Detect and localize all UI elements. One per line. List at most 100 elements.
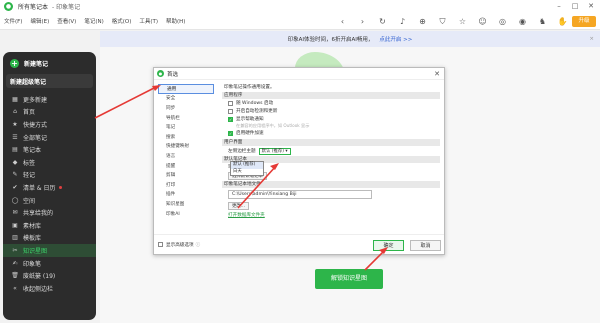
category-search[interactable]: 搜索 [158,132,214,142]
hand-icon[interactable]: ✋ [557,17,568,26]
category-sync[interactable]: 同步 [158,103,214,113]
menu-file[interactable]: 文件(F) [4,17,22,25]
maximize-button[interactable]: □ [568,0,582,13]
check-icon: ✔ [12,183,18,191]
palette-icon[interactable]: ◉ [517,17,528,26]
star-icon[interactable]: ☆ [457,17,468,26]
forward-icon[interactable]: › [357,17,368,26]
ai-icon[interactable]: ◎ [497,17,508,26]
banner-close-icon[interactable]: × [589,36,594,42]
theme-select[interactable]: 默认 (推荐) ▾ [258,147,291,155]
category-plugins[interactable]: 插件 [158,190,214,200]
chevron-down-icon: ▾ [285,148,288,154]
sidebar-item-all-notes[interactable]: ☰ 全部笔记 [3,131,96,144]
collapse-icon: « [13,284,17,292]
new-super-note-button[interactable]: 新建超级笔记 [6,74,93,88]
menu-edit[interactable]: 编辑(E) [30,17,49,25]
change-path-button[interactable]: 更改... [228,201,249,210]
ok-button[interactable]: 确定 [373,240,404,251]
show-advanced-option[interactable]: 显示高级选项 ⓘ [158,242,200,248]
category-reminders[interactable]: 提醒 [158,161,214,171]
theme-option-day[interactable]: 白天 [231,169,263,176]
menu-note[interactable]: 笔记(N) [84,17,103,25]
sidebar-item-label: 知识星图 [23,247,48,255]
section-ui: 用户界面 [222,139,440,146]
sidebar-item-shared[interactable]: ✉ 共享给我的 [3,206,96,219]
close-window-button[interactable]: ✕ [584,0,598,13]
pen-icon: ✍ [12,259,18,267]
minimize-button[interactable]: – [552,0,566,13]
sidebar-item-collapse[interactable]: « 收起侧边栏 [3,282,96,295]
category-general[interactable]: 通用 [158,84,214,94]
option-auto-update[interactable]: 开启自动检测和更新 [222,107,440,115]
category-notes[interactable]: 笔记 [158,122,214,132]
shield-icon[interactable]: ⛉ [437,17,448,27]
checkbox[interactable] [228,108,233,114]
sidebar-item-tasks-calendar[interactable]: ✔ 清单 & 日历 [3,181,96,194]
title-bar: ● 所有笔记本 - 印象笔记 [0,0,600,13]
graph-icon: ✂ [12,246,18,254]
sidebar-item-label: 收起侧边栏 [23,285,54,293]
option-hardware-accel[interactable]: ✓ 启用硬件加速 [222,129,440,137]
banner-link[interactable]: 点此开启 >> [379,35,412,43]
unlock-knowledge-graph-button[interactable]: 解锁知识星图 [315,269,383,289]
sidebar-item-label: 笔记本 [23,147,42,155]
sidebar-item-more-new[interactable]: ▦ 更多新建 [3,93,96,106]
category-list: 通用 安全 同步 导航栏 笔记 搜索 快捷键映射 语言 提醒 剪辑 打印 插件 … [158,84,214,234]
checkbox-checked[interactable]: ✓ [228,130,233,136]
elephant-icon[interactable]: ♞ [537,17,548,26]
checkbox[interactable] [228,100,233,106]
menu-format[interactable]: 格式(O) [112,17,132,25]
sidebar-item-spaces[interactable]: ◯ 空间 [3,194,96,207]
sidebar-item-label: 素材库 [23,222,42,230]
download-icon[interactable]: ⊕ [417,17,428,26]
option-help-notifications[interactable]: ✓ 显示帮助通知 [222,115,440,123]
menu-help[interactable]: 帮助(H) [166,17,185,25]
trash-icon: 🗑 [11,272,19,280]
sidebar-item-shortcuts[interactable]: ★ 快捷方式 [3,118,96,131]
sidebar-item-knowledge-graph[interactable]: ✂ 知识星图 [3,244,96,257]
checkbox[interactable] [158,242,163,247]
cancel-button[interactable]: 取消 [410,240,441,251]
emoji-icon[interactable]: ☺ [477,17,488,26]
path-field[interactable]: C:\Users\admin\Yinxiang Biji [228,189,372,199]
category-clipper[interactable]: 剪辑 [158,170,214,180]
sidebar-item-label: 废纸篓 (19) [23,273,56,281]
sidebar-item-trash[interactable]: 🗑 废纸篓 (19) [3,269,96,282]
browse-row: 更改... [222,200,440,211]
open-folder-link[interactable]: 打开数据库文件夹 [222,211,440,219]
sidebar-item-label: 轻记 [23,172,36,180]
upgrade-button[interactable]: 升级 [572,16,596,27]
back-icon[interactable]: ‹ [337,17,348,26]
category-navbar[interactable]: 导航栏 [158,113,214,123]
sidebar-item-templates[interactable]: ▥ 模板库 [3,232,96,245]
sidebar-item-tags[interactable]: ◆ 标签 [3,156,96,169]
category-ai[interactable]: 印象AI [158,209,214,219]
theme-select-value: 默认 (推荐) [261,148,284,154]
sidebar-item-pen[interactable]: ✍ 印象笔 [3,257,96,270]
sidebar-item-label: 共享给我的 [23,210,54,218]
menu-view[interactable]: 查看(V) [57,17,76,25]
category-security[interactable]: 安全 [158,94,214,104]
new-super-note-label: 新建超级笔记 [10,78,47,86]
option-start-with-windows[interactable]: 随 Windows 启动 [222,99,440,107]
sidebar-item-label: 空间 [23,197,36,205]
preferences-dialog: ● 首选 ✕ 通用 安全 同步 导航栏 笔记 搜索 快捷键映射 语言 提醒 剪辑… [153,67,445,255]
category-language[interactable]: 语言 [158,151,214,161]
category-print[interactable]: 打印 [158,180,214,190]
sidebar-item-notebooks[interactable]: ▤ 笔记本 [3,143,96,156]
bell-icon[interactable]: ♪ [397,17,408,26]
category-knowledge-graph[interactable]: 知识星图 [158,199,214,209]
menu-tools[interactable]: 工具(T) [139,17,158,25]
dialog-title: 首选 [167,71,179,78]
sidebar-item-quick-notes[interactable]: ✎ 轻记 [3,169,96,182]
checkbox-checked[interactable]: ✓ [228,116,233,122]
sidebar-item-home[interactable]: ⌂ 首页 [3,106,96,119]
category-shortcuts[interactable]: 快捷键映射 [158,142,214,152]
new-note-button[interactable]: + 新建笔记 [6,56,93,70]
sidebar-item-materials[interactable]: ▣ 素材库 [3,219,96,232]
template-icon: ▥ [12,234,18,242]
promo-banner: 印象AI体验时间，6折开启AI畅用， 点此开启 >> × [100,31,600,47]
sync-icon[interactable]: ↻ [377,17,388,26]
dialog-close-icon[interactable]: ✕ [434,70,440,78]
